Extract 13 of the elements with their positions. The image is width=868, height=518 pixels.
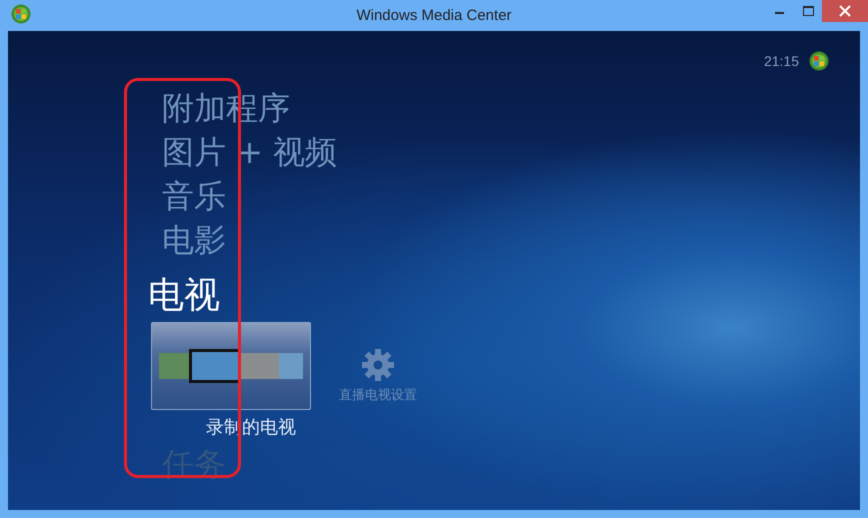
menu-item[interactable]: 电影 [162,218,860,262]
menu-item[interactable]: 音乐 [162,174,860,218]
tile-label: 直播电视设置 [339,387,417,404]
close-button[interactable] [822,0,868,22]
clock-time: 21:15 [764,53,799,69]
close-icon [839,5,851,17]
recorded-tv-tile[interactable] [151,322,311,410]
maximize-icon [802,6,814,16]
windows-orb-icon [11,4,31,24]
menu-item[interactable]: 电视 [148,272,860,320]
windows-orb-icon [809,51,829,71]
window-title: Windows Media Center [356,7,512,24]
menu-item[interactable]: 图片 + 视频 [162,130,860,174]
